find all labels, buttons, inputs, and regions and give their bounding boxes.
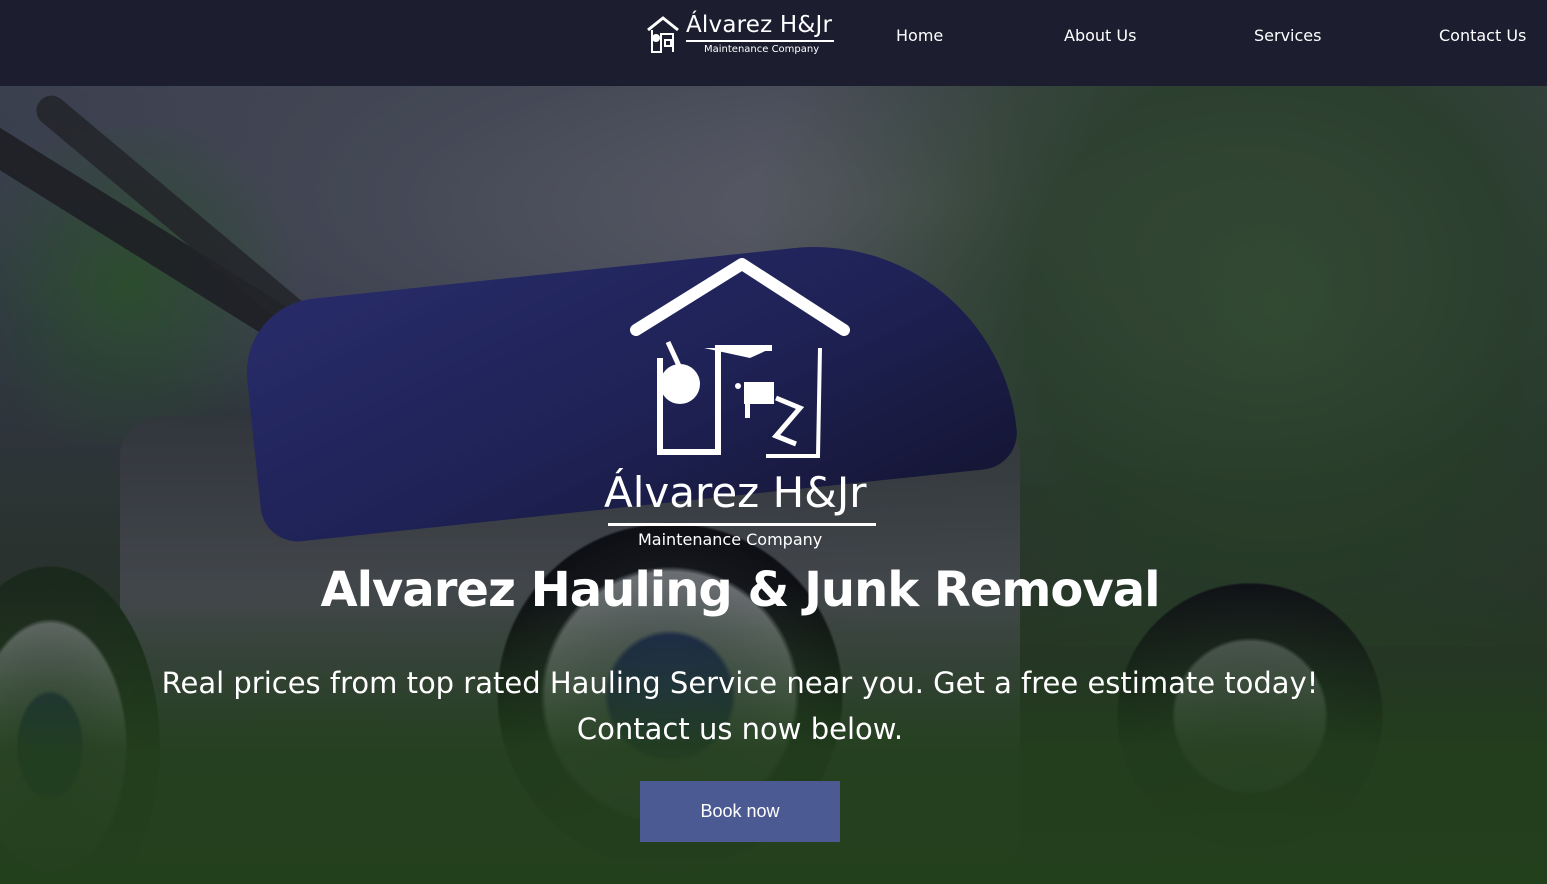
nav-item-contact-us[interactable]: Contact Us: [1439, 26, 1526, 45]
header-logo[interactable]: Álvarez H&Jr Maintenance Company: [646, 12, 846, 64]
hero-subtitle-line-1: Real prices from top rated Hauling Servi…: [161, 666, 1319, 700]
header-logo-subtitle: Maintenance Company: [704, 44, 820, 55]
nav-item-services[interactable]: Services: [1254, 26, 1321, 45]
house-logo-icon: [647, 16, 679, 53]
hero-title: Alvarez Hauling & Junk Removal: [320, 562, 1160, 618]
hero-logo-subtitle: Maintenance Company: [638, 530, 823, 549]
hero-logo-divider: [608, 523, 876, 526]
site-header: Álvarez H&Jr Maintenance Company Home Ab…: [0, 0, 1547, 86]
hero-logo-brand: Álvarez H&Jr: [604, 468, 867, 517]
hero-subtitle-line-2: Contact us now below.: [576, 712, 904, 746]
header-logo-divider: [686, 40, 834, 42]
hero-logo: Álvarez H&Jr Maintenance Company: [600, 258, 890, 558]
hero-section: Álvarez H&Jr Maintenance Company Alvarez…: [0, 86, 1547, 884]
nav-item-about-us[interactable]: About Us: [1064, 26, 1136, 45]
book-now-button[interactable]: Book now: [640, 781, 840, 842]
nav-item-home[interactable]: Home: [896, 26, 943, 45]
house-logo-icon: [630, 258, 850, 458]
hero-subtitle: Real prices from top rated Hauling Servi…: [100, 660, 1380, 752]
header-logo-brand: Álvarez H&Jr: [686, 12, 833, 38]
